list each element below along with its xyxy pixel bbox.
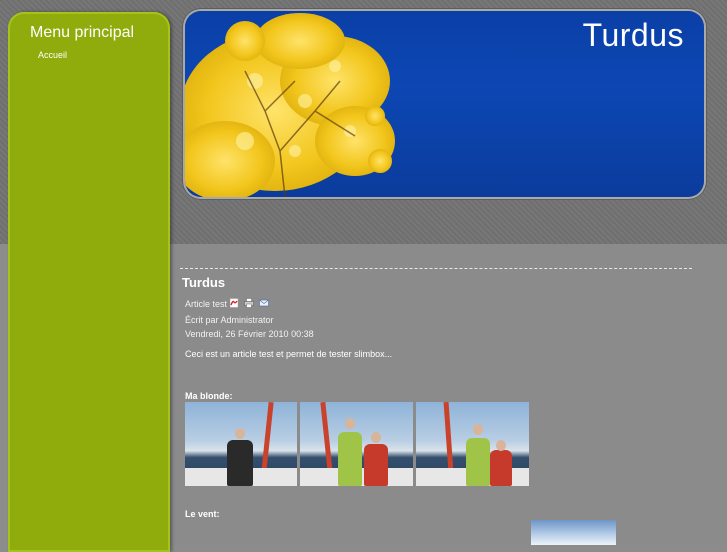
content-background — [170, 244, 727, 545]
photo-thumbnail[interactable] — [531, 520, 616, 545]
article-author: Écrit par Administrator — [185, 315, 274, 325]
site-title: Turdus — [582, 17, 684, 53]
section-label-le-vent: Le vent: — [185, 509, 220, 519]
divider — [180, 268, 692, 269]
section-label-ma-blonde: Ma blonde: — [185, 391, 233, 401]
photo-thumbnail[interactable] — [185, 402, 297, 486]
sidebar: Menu principal Accueil — [8, 12, 170, 552]
article-date: Vendredi, 26 Février 2010 00:38 — [185, 329, 314, 339]
email-icon[interactable] — [259, 298, 269, 308]
sidebar-item-accueil[interactable]: Accueil — [38, 50, 67, 60]
article-heading: Turdus — [182, 275, 226, 290]
photo-thumbnail[interactable] — [300, 402, 413, 486]
article-body: Ceci est un article test et permet de te… — [185, 349, 393, 359]
article-title: Article test — [185, 299, 228, 309]
sidebar-title: Menu principal — [30, 24, 135, 41]
header-banner: Turdus — [185, 11, 704, 197]
photo-thumbnail[interactable] — [416, 402, 529, 486]
print-icon[interactable] — [244, 298, 254, 308]
pdf-icon[interactable] — [229, 298, 239, 308]
